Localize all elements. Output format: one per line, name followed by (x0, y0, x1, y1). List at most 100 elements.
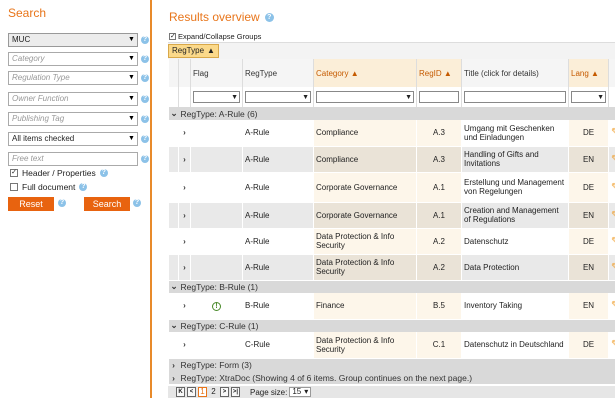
column-flag[interactable]: Flag (190, 59, 243, 87)
help-icon[interactable]: ? (58, 199, 66, 207)
first-page-icon[interactable]: K (176, 387, 185, 397)
edit-icon[interactable]: ✎ (608, 228, 615, 255)
table-row[interactable]: › A-Rule Corporate Governance A.1 Creati… (168, 202, 615, 229)
header-properties-option[interactable]: ✓ Header / Properties ? (10, 168, 108, 178)
chevron-right-icon[interactable]: › (178, 120, 191, 147)
last-page-icon[interactable]: >| (231, 387, 240, 397)
checkbox-unchecked[interactable] (10, 183, 18, 191)
results-grid: Flag RegType Category ▲ RegID ▲ Title (c… (168, 59, 615, 384)
search-button[interactable]: Search (84, 197, 130, 211)
table-row[interactable]: › A-Rule Corporate Governance A.1 Erstel… (168, 172, 615, 203)
free-text-input[interactable]: Free text (8, 152, 138, 166)
regid-filter[interactable] (419, 91, 459, 103)
table-row[interactable]: › A-Rule Data Protection & Info Security… (168, 228, 615, 255)
expand-icon[interactable]: › (168, 371, 179, 384)
help-icon[interactable]: ? (141, 74, 149, 82)
flag-cell: ! (190, 293, 243, 320)
edit-icon[interactable]: ✎ (608, 172, 615, 203)
title-link[interactable]: Datenschutz (461, 228, 569, 255)
table-row[interactable]: › C-Rule Data Protection & Info Security… (168, 332, 615, 359)
chevron-right-icon[interactable]: › (178, 293, 191, 320)
chevron-down-icon: ▼ (128, 55, 135, 62)
table-row[interactable]: › A-Rule Data Protection & Info Security… (168, 254, 615, 281)
header-row: Flag RegType Category ▲ RegID ▲ Title (c… (168, 59, 615, 87)
help-icon[interactable]: ? (99, 169, 108, 177)
column-lang[interactable]: Lang ▲ (568, 59, 609, 87)
title-link[interactable]: Data Protection (461, 254, 569, 281)
column-regid[interactable]: RegID ▲ (416, 59, 462, 87)
edit-icon[interactable]: ✎ (608, 254, 615, 281)
chevron-down-icon: ▼ (128, 95, 135, 102)
regtype-filter[interactable]: ▼ (245, 91, 311, 103)
edit-icon[interactable]: ✎ (608, 120, 615, 147)
chevron-right-icon[interactable]: › (178, 146, 191, 173)
category-filter[interactable]: ▼ (316, 91, 414, 103)
chevron-right-icon[interactable]: › (178, 172, 191, 203)
page-2[interactable]: 2 (209, 387, 218, 397)
checkbox-checked[interactable]: ✓ (169, 33, 176, 40)
title-link[interactable]: Creation and Management of Regulations (461, 202, 569, 229)
title-filter[interactable] (464, 91, 566, 103)
group-row-b-rule[interactable]: ⌄ RegType: B-Rule (1) (168, 280, 615, 293)
collapse-icon[interactable]: ⌄ (168, 280, 179, 293)
column-category[interactable]: Category ▲ (313, 59, 417, 87)
chevron-right-icon[interactable]: › (178, 254, 191, 281)
help-icon[interactable]: ? (141, 155, 149, 163)
chevron-down-icon: ▼ (405, 94, 412, 101)
expand-icon[interactable]: › (168, 358, 179, 371)
help-icon[interactable]: ? (133, 199, 141, 207)
help-icon[interactable]: ? (141, 55, 149, 63)
lang-filter[interactable]: ▼ (571, 91, 606, 103)
group-row-a-rule[interactable]: ⌄ RegType: A-Rule (6) (168, 107, 615, 120)
title-link[interactable]: Datenschutz in Deutschland (461, 332, 569, 359)
sort-asc-icon: ▲ (591, 68, 599, 78)
warning-flag-icon: ! (212, 301, 221, 311)
chevron-down-icon: ▼ (302, 94, 309, 101)
owner-function-dropdown[interactable]: Owner Function ▼ (8, 92, 138, 106)
title-link[interactable]: Erstellung und Management von Regelungen (461, 172, 569, 203)
full-document-option[interactable]: Full document ? (10, 182, 88, 192)
help-icon[interactable]: ? (141, 135, 149, 143)
help-icon[interactable]: ? (79, 183, 88, 191)
expand-collapse-option[interactable]: ✓ Expand/Collapse Groups (169, 32, 261, 41)
pager: K < 1 2 > >| Page size: 15 ▾ (168, 386, 615, 398)
location-dropdown[interactable]: MUC ▼ (8, 33, 138, 47)
group-chip-regtype[interactable]: RegType ▲ (168, 44, 219, 58)
column-title[interactable]: Title (click for details) (461, 59, 569, 87)
regulation-type-dropdown[interactable]: Regulation Type ▼ (8, 71, 138, 85)
table-row[interactable]: › ! B-Rule Finance B.5 Inventory Taking … (168, 293, 615, 320)
help-icon[interactable]: ? (141, 95, 149, 103)
chevron-right-icon[interactable]: › (178, 228, 191, 255)
edit-icon[interactable]: ✎ (608, 202, 615, 229)
edit-icon[interactable]: ✎ (608, 293, 615, 320)
publishing-tag-dropdown[interactable]: Publishing Tag ▼ (8, 112, 138, 126)
edit-icon[interactable]: ✎ (608, 146, 615, 173)
group-row-form[interactable]: › RegType: Form (3) (168, 358, 615, 371)
checkbox-checked[interactable]: ✓ (10, 169, 18, 177)
help-icon[interactable]: ? (264, 12, 274, 22)
table-row[interactable]: › A-Rule Compliance A.3 Umgang mit Gesch… (168, 120, 615, 147)
page-1[interactable]: 1 (198, 387, 207, 397)
checked-items-dropdown[interactable]: All items checked ▼ (8, 132, 138, 146)
group-row-c-rule[interactable]: ⌄ RegType: C-Rule (1) (168, 319, 615, 332)
next-page-icon[interactable]: > (220, 387, 229, 397)
group-row-xtradoc[interactable]: › RegType: XtraDoc (Showing 4 of 6 items… (168, 371, 615, 384)
prev-page-icon[interactable]: < (187, 387, 196, 397)
collapse-icon[interactable]: ⌄ (168, 319, 179, 332)
edit-icon[interactable]: ✎ (608, 332, 615, 359)
category-dropdown[interactable]: Category ▼ (8, 52, 138, 66)
chevron-right-icon[interactable]: › (178, 332, 191, 359)
chevron-right-icon[interactable]: › (178, 202, 191, 229)
reset-button[interactable]: Reset (8, 197, 54, 211)
help-icon[interactable]: ? (141, 115, 149, 123)
collapse-icon[interactable]: ⌄ (168, 107, 179, 120)
table-row[interactable]: › A-Rule Compliance A.3 Handling of Gift… (168, 146, 615, 173)
help-icon[interactable]: ? (141, 36, 149, 44)
flag-filter[interactable]: ▼ (193, 91, 240, 103)
title-link[interactable]: Inventory Taking (461, 293, 569, 320)
title-link[interactable]: Handling of Gifts and Invitations (461, 146, 569, 173)
column-regtype[interactable]: RegType (242, 59, 314, 87)
page-size-dropdown[interactable]: 15 ▾ (289, 387, 312, 397)
page-size-label: Page size: (250, 387, 288, 397)
title-link[interactable]: Umgang mit Geschenken und Einladungen (461, 120, 569, 147)
